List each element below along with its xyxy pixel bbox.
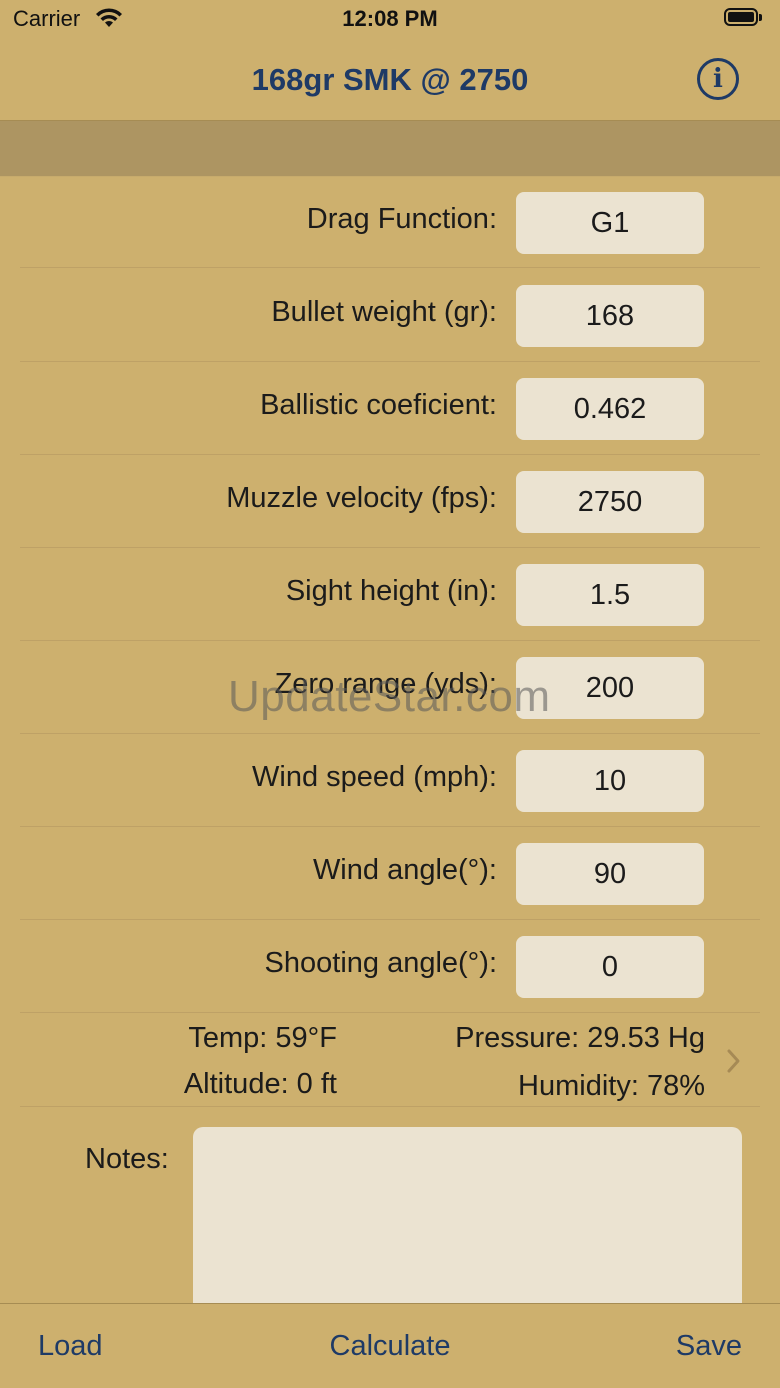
wind-speed-label: Wind speed (mph): xyxy=(252,761,497,793)
notes-textarea[interactable] xyxy=(193,1127,742,1327)
header-band xyxy=(0,121,780,176)
sight-height-field[interactable]: 1.5 xyxy=(516,564,704,626)
row-divider xyxy=(20,1106,760,1107)
row-wind-speed: Wind speed (mph): 10 xyxy=(0,735,780,828)
bottom-toolbar: Load Calculate Save xyxy=(0,1303,780,1388)
zero-range-field[interactable]: 200 xyxy=(516,657,704,719)
temperature-label: Temp: 59°F xyxy=(188,1022,337,1054)
pressure-label: Pressure: 29.53 Hg xyxy=(455,1022,705,1054)
bullet-weight-label: Bullet weight (gr): xyxy=(271,296,497,328)
page-title: 168gr SMK @ 2750 xyxy=(251,62,529,97)
ballistic-coefficient-field[interactable]: 0.462 xyxy=(516,378,704,440)
chevron-right-icon xyxy=(724,1047,744,1075)
battery-icon xyxy=(724,8,762,28)
status-bar: Carrier 12:08 PM xyxy=(0,0,780,40)
row-ballistic-coefficient: Ballistic coeficient: 0.462 xyxy=(0,363,780,456)
row-shooting-angle: Shooting angle(°): 0 xyxy=(0,921,780,1014)
notes-label: Notes: xyxy=(85,1143,169,1175)
row-muzzle-velocity: Muzzle velocity (fps): 2750 xyxy=(0,456,780,549)
wind-speed-field[interactable]: 10 xyxy=(516,750,704,812)
info-icon[interactable]: i xyxy=(697,58,739,100)
wind-angle-label: Wind angle(°): xyxy=(312,854,497,886)
row-wind-angle: Wind angle(°): 90 xyxy=(0,828,780,921)
wind-angle-field[interactable]: 90 xyxy=(516,843,704,905)
row-divider xyxy=(20,547,760,548)
ballistic-coefficient-label: Ballistic coeficient: xyxy=(260,389,497,421)
drag-function-label: Drag Function: xyxy=(306,203,497,235)
row-divider xyxy=(20,640,760,641)
row-drag-function: Drag Function: G1 xyxy=(0,177,780,270)
calculate-button[interactable]: Calculate xyxy=(0,1330,780,1363)
row-divider xyxy=(20,826,760,827)
shooting-angle-label: Shooting angle(°): xyxy=(264,947,497,979)
muzzle-velocity-label: Muzzle velocity (fps): xyxy=(226,482,497,514)
row-divider xyxy=(20,919,760,920)
clock: 12:08 PM xyxy=(342,6,438,31)
drag-function-field[interactable]: G1 xyxy=(516,192,704,254)
row-divider xyxy=(20,454,760,455)
row-zero-range: Zero range (yds): 200 xyxy=(0,642,780,735)
bullet-weight-field[interactable]: 168 xyxy=(516,285,704,347)
save-button[interactable]: Save xyxy=(676,1330,742,1363)
sight-height-label: Sight height (in): xyxy=(285,575,497,607)
shooting-angle-field[interactable]: 0 xyxy=(516,936,704,998)
altitude-label: Altitude: 0 ft xyxy=(183,1068,337,1100)
navigation-bar: 168gr SMK @ 2750 i xyxy=(0,40,780,120)
row-bullet-weight: Bullet weight (gr): 168 xyxy=(0,270,780,363)
row-divider xyxy=(20,733,760,734)
humidity-label: Humidity: 78% xyxy=(518,1070,705,1102)
zero-range-label: Zero range (yds): xyxy=(274,668,497,700)
row-divider xyxy=(20,267,760,268)
row-sight-height: Sight height (in): 1.5 xyxy=(0,549,780,642)
environment-row[interactable]: Temp: 59°F Altitude: 0 ft Pressure: 29.5… xyxy=(0,1012,780,1106)
row-divider xyxy=(20,361,760,362)
muzzle-velocity-field[interactable]: 2750 xyxy=(516,471,704,533)
